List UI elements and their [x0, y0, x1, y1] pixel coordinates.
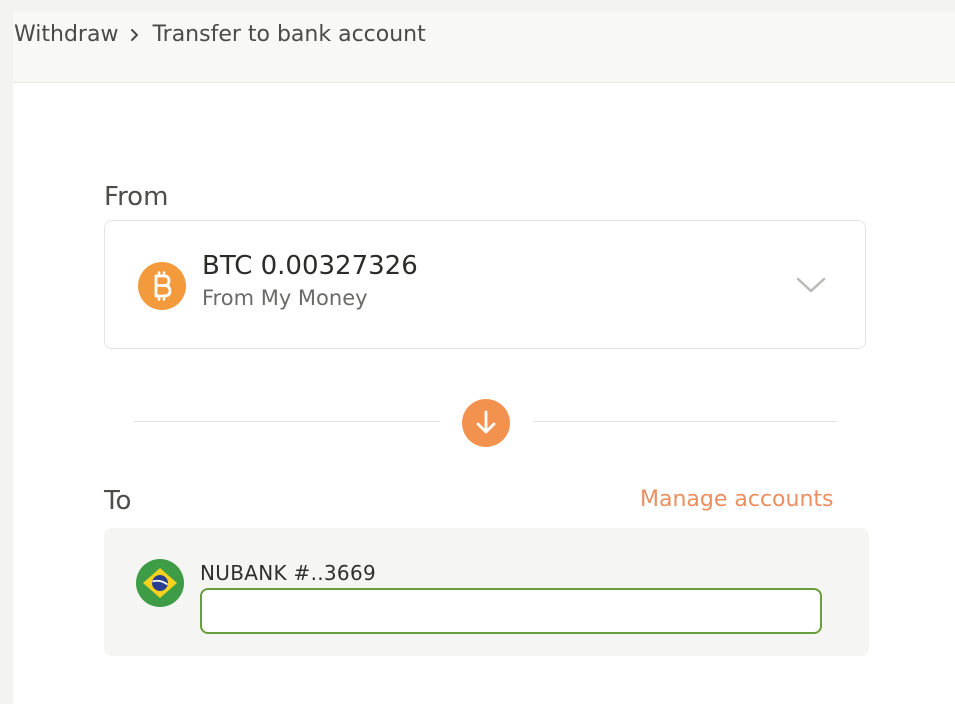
chevron-down-icon[interactable] — [793, 271, 829, 299]
transfer-page: Withdraw Transfer to bank account From B… — [0, 0, 955, 704]
window-top-edge — [0, 0, 955, 12]
to-label: To — [104, 486, 132, 516]
bitcoin-icon — [138, 262, 186, 310]
arrow-down-icon[interactable] — [462, 399, 510, 447]
divider-right — [533, 421, 837, 422]
from-label: From — [104, 182, 169, 212]
brazil-flag-icon — [136, 559, 184, 607]
breadcrumb: Withdraw Transfer to bank account — [14, 22, 426, 47]
breadcrumb-withdraw-link[interactable]: Withdraw — [14, 22, 118, 47]
bank-account-name: NUBANK #..3669 — [200, 561, 377, 585]
window-left-edge — [0, 0, 13, 704]
from-account-select[interactable]: BTC 0.00327326 From My Money — [104, 220, 866, 349]
chevron-right-icon — [131, 28, 139, 41]
page-header: Withdraw Transfer to bank account — [13, 12, 955, 83]
divider-left — [134, 421, 440, 422]
from-amount: BTC 0.00327326 — [202, 251, 418, 281]
bank-account-input[interactable] — [200, 588, 822, 634]
from-source: From My Money — [202, 286, 368, 310]
breadcrumb-current: Transfer to bank account — [152, 22, 426, 47]
manage-accounts-link[interactable]: Manage accounts — [640, 487, 834, 512]
to-account-card[interactable]: NUBANK #..3669 — [104, 528, 869, 656]
